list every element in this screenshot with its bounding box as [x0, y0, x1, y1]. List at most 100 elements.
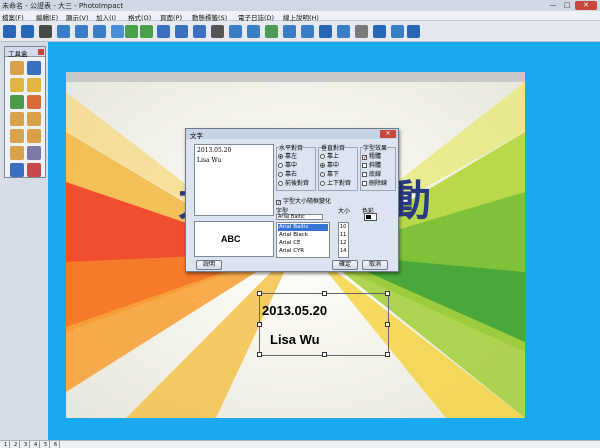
brush-icon[interactable] — [10, 95, 24, 109]
text-icon[interactable] — [229, 25, 242, 38]
maximize-button[interactable]: □ — [561, 1, 573, 10]
textbox-date: 2013.05.20 — [262, 303, 328, 318]
photo-icon[interactable] — [75, 25, 88, 38]
font-list-item[interactable]: Arial Baltic — [278, 224, 328, 231]
h-align-justify-radio[interactable]: 前後對齊 — [278, 178, 309, 187]
save-icon[interactable] — [21, 25, 34, 38]
dialog-title-bar[interactable]: 文字 — [186, 129, 398, 140]
font-preview-text: ABC — [221, 234, 241, 244]
h-align-center-radio[interactable]: 靠中 — [278, 160, 297, 169]
prev-page-icon[interactable] — [125, 25, 138, 38]
help-button[interactable]: 說明 — [196, 260, 222, 270]
folder-icon[interactable] — [283, 25, 296, 38]
magic-wand-icon[interactable] — [27, 61, 41, 75]
tool-panel-header[interactable]: 工具盒 — [5, 47, 45, 58]
font-list-item[interactable]: Arial CE — [278, 240, 328, 247]
texture-icon[interactable] — [10, 146, 24, 160]
radio-icon — [278, 172, 283, 177]
audio-icon[interactable] — [265, 25, 278, 38]
copy-icon[interactable] — [10, 112, 24, 126]
resize-handle[interactable] — [322, 291, 327, 296]
resize-handle[interactable] — [385, 322, 390, 327]
status-bar: 1 2 3 4 5 6 — [0, 440, 600, 448]
page-tab[interactable]: 2 — [12, 441, 21, 448]
size-item[interactable]: 10 — [340, 224, 346, 230]
close-button[interactable]: ✕ — [575, 1, 597, 10]
next-page-icon[interactable] — [140, 25, 153, 38]
resize-handle[interactable] — [322, 352, 327, 357]
dialog-text-input[interactable]: 2013.05.20 Lisa Wu — [194, 144, 274, 216]
radio-icon — [278, 154, 283, 159]
v-align-middle-radio[interactable]: 靠中 — [320, 160, 339, 169]
stamp-icon[interactable] — [10, 129, 24, 143]
page-tab[interactable]: 4 — [32, 441, 41, 448]
undo-icon[interactable] — [157, 25, 170, 38]
monitor-icon[interactable] — [391, 25, 404, 38]
minimize-button[interactable]: — — [547, 1, 559, 10]
slide-textbox[interactable]: 2013.05.20 Lisa Wu — [257, 291, 390, 357]
pencil-icon[interactable] — [10, 78, 24, 92]
print-icon[interactable] — [39, 25, 52, 38]
page-icon[interactable] — [93, 25, 106, 38]
table-icon[interactable] — [247, 25, 260, 38]
dialog-close-button[interactable]: ✕ — [380, 130, 396, 138]
italic-checkbox[interactable]: 斜體 — [362, 160, 381, 169]
layer-icon[interactable] — [10, 163, 24, 177]
page-tab[interactable]: 5 — [42, 441, 51, 448]
font-list-item[interactable]: Arial CYR — [278, 248, 328, 255]
scan-icon[interactable] — [57, 25, 70, 38]
help-icon[interactable] — [373, 25, 386, 38]
radio-icon — [320, 172, 325, 177]
strikethrough-checkbox[interactable]: 刪除線 — [362, 178, 387, 187]
mail-icon[interactable] — [301, 25, 314, 38]
share-icon[interactable] — [319, 25, 332, 38]
bold-checkbox[interactable]: ✓ 粗體 — [362, 151, 381, 161]
grid-icon[interactable] — [27, 146, 41, 160]
page-tab[interactable]: 1 — [2, 441, 11, 448]
slide-icon[interactable] — [111, 25, 124, 38]
paste-icon[interactable] — [27, 112, 41, 126]
shape-icon[interactable] — [27, 95, 41, 109]
underline-checkbox[interactable]: 底線 — [362, 169, 381, 178]
title-bar: 未命名 - 公證表 - 大三 - PhotoImpact — □ ✕ — [0, 0, 600, 11]
effect-icon[interactable] — [27, 163, 41, 177]
font-list[interactable]: Arial Baltic Arial Black Arial CE Arial … — [276, 222, 330, 258]
radio-icon — [320, 181, 325, 186]
resize-handle[interactable] — [385, 352, 390, 357]
size-item[interactable]: 12 — [340, 240, 346, 246]
ok-button[interactable]: 確定 — [332, 260, 358, 270]
redo-icon[interactable] — [175, 25, 188, 38]
play-icon[interactable] — [407, 25, 420, 38]
v-align-justify-radio[interactable]: 上下對齊 — [320, 178, 351, 187]
auto-size-checkbox[interactable]: ✓ 字型大小隨框變化 — [276, 196, 331, 206]
select-tool-icon[interactable] — [10, 61, 24, 75]
crop-icon[interactable] — [27, 129, 41, 143]
font-list-item[interactable]: Arial Black — [278, 232, 328, 239]
page-tab[interactable]: 3 — [22, 441, 31, 448]
cancel-button[interactable]: 取消 — [362, 260, 388, 270]
text-dialog: 文字 ✕ 2013.05.20 Lisa Wu ABC 水平對齊 靠左 靠中 靠… — [185, 128, 399, 272]
tool-panel-close-icon[interactable] — [38, 49, 44, 55]
clip-icon[interactable] — [337, 25, 350, 38]
resize-handle[interactable] — [257, 352, 262, 357]
font-name-input[interactable]: Arial Baltic — [276, 214, 323, 220]
v-align-bottom-radio[interactable]: 靠下 — [320, 169, 339, 178]
size-label: 大小 — [338, 208, 351, 215]
size-item[interactable]: 14 — [340, 248, 346, 254]
home-icon[interactable] — [3, 25, 16, 38]
h-align-right-radio[interactable]: 靠右 — [278, 169, 297, 178]
resize-handle[interactable] — [257, 291, 262, 296]
v-align-top-radio[interactable]: 靠上 — [320, 151, 339, 160]
size-list[interactable]: 10 11 12 14 — [338, 222, 349, 258]
color-picker[interactable] — [364, 213, 377, 221]
rotate-icon[interactable] — [193, 25, 206, 38]
page-tab[interactable]: 6 — [52, 441, 61, 448]
h-align-left-radio[interactable]: 靠左 — [278, 151, 297, 160]
zoom-icon[interactable] — [211, 25, 224, 38]
calendar-icon[interactable] — [355, 25, 368, 38]
resize-handle[interactable] — [257, 322, 262, 327]
size-item[interactable]: 11 — [340, 232, 346, 238]
font-preview: ABC — [194, 221, 274, 257]
ellipse-icon[interactable] — [27, 78, 41, 92]
resize-handle[interactable] — [385, 291, 390, 296]
